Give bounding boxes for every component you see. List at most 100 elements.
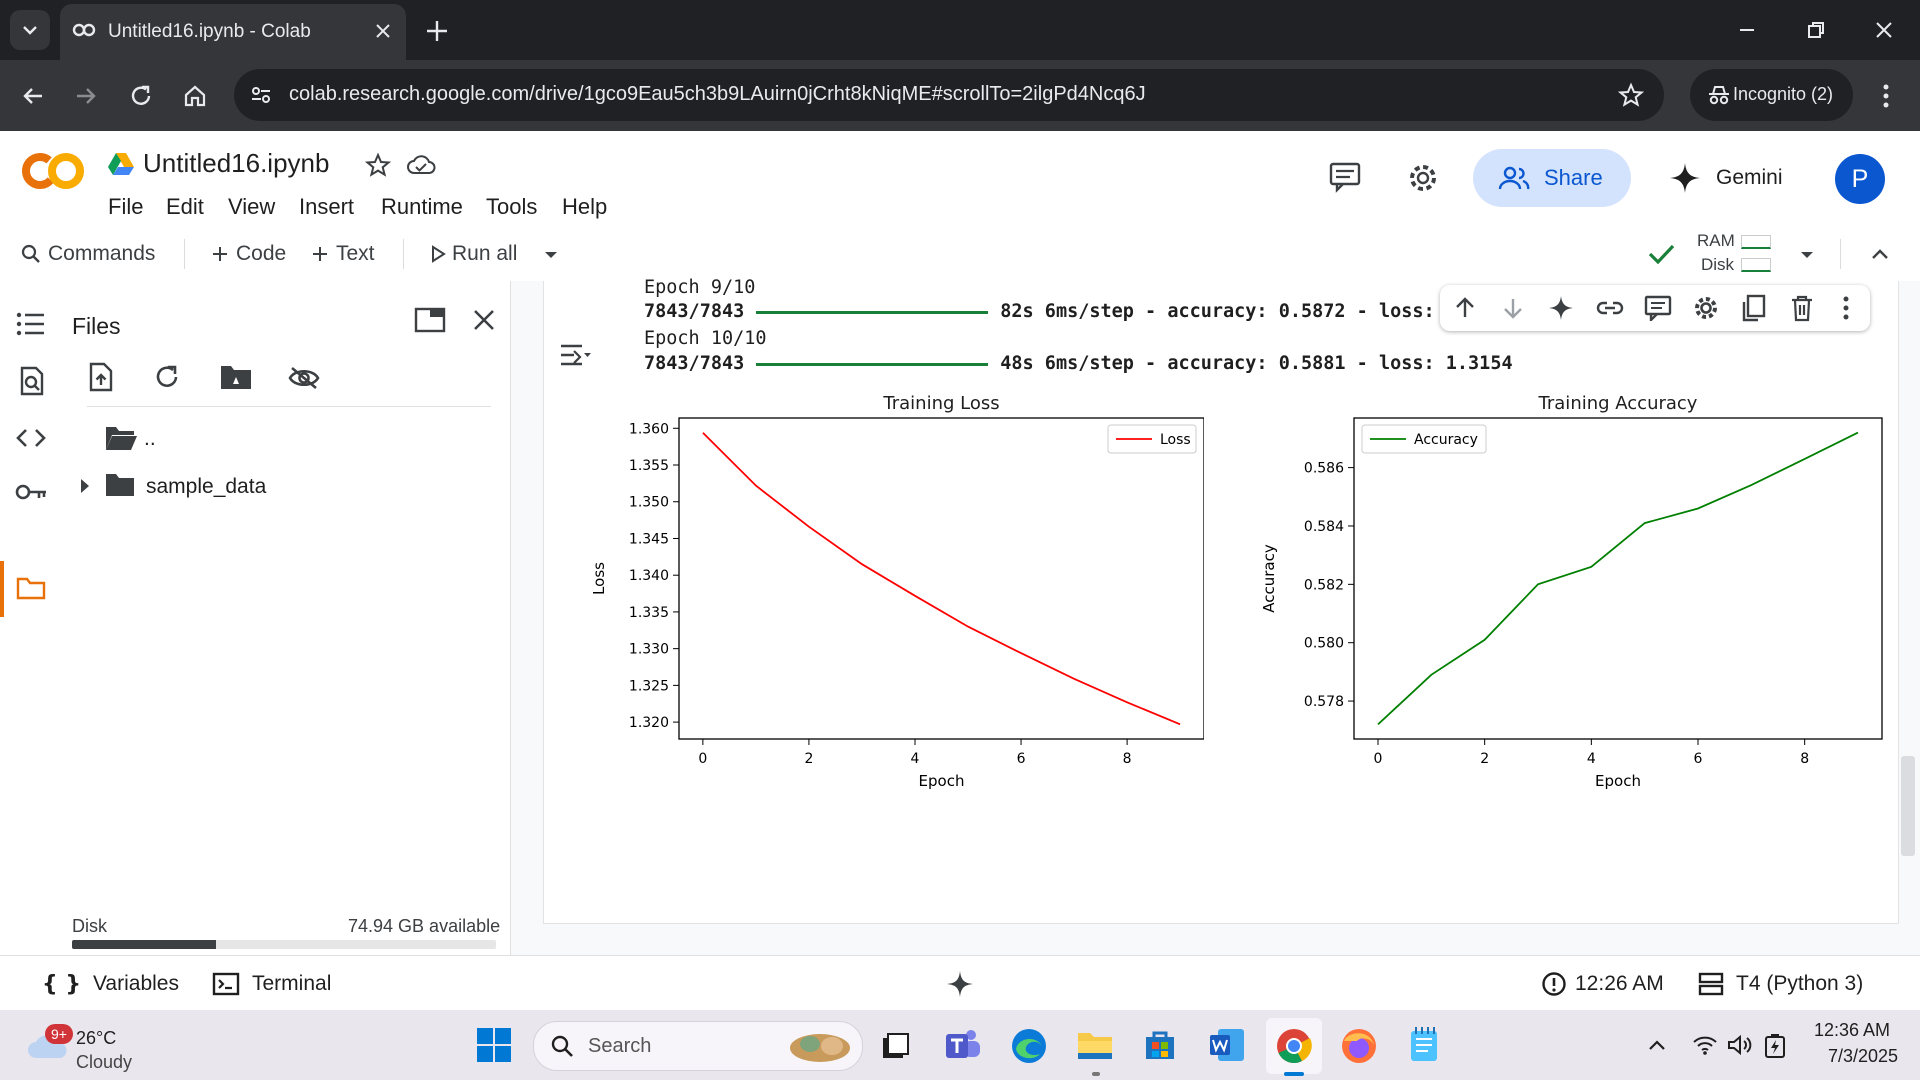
minimize-icon[interactable]: [1735, 18, 1759, 42]
files-panel-title: Files: [72, 313, 121, 339]
wifi-icon[interactable]: [1692, 1034, 1718, 1056]
task-view-icon[interactable]: [879, 1030, 911, 1062]
settings-gear-icon[interactable]: [1406, 161, 1440, 195]
taskbar-search[interactable]: Search: [533, 1021, 863, 1071]
left-sidebar-rail: [0, 281, 56, 955]
new-tab-icon[interactable]: [424, 18, 450, 44]
gemini-explain-icon[interactable]: [1548, 295, 1574, 321]
mount-drive-icon[interactable]: [219, 363, 253, 391]
menu-tools[interactable]: Tools: [486, 194, 537, 220]
menu-file[interactable]: File: [108, 194, 143, 220]
forward-icon[interactable]: [73, 83, 99, 109]
volume-icon[interactable]: [1726, 1033, 1754, 1057]
colab-logo[interactable]: [20, 149, 86, 193]
battery-charging-icon[interactable]: [1762, 1031, 1788, 1059]
file-explorer-icon[interactable]: [1076, 1027, 1114, 1063]
refresh-icon[interactable]: [153, 363, 181, 391]
parent-directory-row[interactable]: ..: [104, 419, 484, 459]
microsoft-store-icon[interactable]: [1142, 1027, 1178, 1063]
firefox-icon[interactable]: [1340, 1027, 1378, 1065]
move-down-icon[interactable]: [1500, 295, 1526, 321]
menu-help[interactable]: Help: [562, 194, 607, 220]
open-in-tab-icon[interactable]: [414, 306, 446, 334]
browser-tab[interactable]: Untitled16.ipynb - Colab: [60, 4, 406, 60]
comment-icon[interactable]: [1644, 295, 1672, 321]
notebook-title[interactable]: Untitled16.ipynb: [143, 148, 329, 179]
bookmark-star-icon[interactable]: [1618, 82, 1644, 108]
weather-widget[interactable]: 9+ 26°C Cloudy: [26, 1018, 156, 1074]
run-all-dropdown-icon[interactable]: [540, 244, 562, 266]
panel-divider: [87, 406, 491, 407]
cell-settings-icon[interactable]: [1693, 295, 1719, 321]
execution-time[interactable]: 12:26 AM: [1541, 969, 1664, 999]
expand-arrow-icon[interactable]: [78, 477, 92, 495]
move-up-icon[interactable]: [1452, 295, 1478, 321]
resources-dropdown-icon[interactable]: [1796, 244, 1818, 266]
gemini-label[interactable]: Gemini: [1716, 166, 1783, 190]
site-info-icon[interactable]: [248, 82, 274, 108]
active-app-indicator: [1284, 1072, 1304, 1076]
output-actions-icon[interactable]: [558, 341, 592, 369]
table-of-contents-icon[interactable]: [16, 311, 46, 337]
share-button[interactable]: Share: [1473, 149, 1631, 207]
find-replace-icon[interactable]: [16, 365, 46, 397]
windows-start-icon[interactable]: [476, 1027, 512, 1063]
gemini-spark-icon[interactable]: [1668, 161, 1702, 195]
home-icon[interactable]: [182, 83, 208, 109]
variables-button[interactable]: { } Variables: [42, 969, 179, 999]
more-options-icon[interactable]: [1838, 295, 1854, 321]
comments-icon[interactable]: [1328, 161, 1362, 193]
delete-icon[interactable]: [1790, 294, 1814, 322]
clock-time[interactable]: 12:36 AM: [1814, 1020, 1890, 1041]
address-bar[interactable]: colab.research.google.com/drive/1gco9Eau…: [234, 69, 1664, 121]
progress-bar: [756, 362, 989, 366]
close-panel-icon[interactable]: [472, 308, 496, 332]
close-tab-icon[interactable]: [372, 20, 394, 42]
show-hidden-icons-icon[interactable]: [1646, 1035, 1668, 1055]
tab-list-button[interactable]: [10, 10, 50, 50]
edge-browser-icon[interactable]: [1010, 1027, 1048, 1065]
disk-label: Disk: [1701, 255, 1735, 274]
notebook-toolbar: Commands Code Text Run all RAM Disk: [0, 227, 1920, 282]
series-line-accuracy: [1377, 431, 1859, 726]
chrome-icon[interactable]: [1275, 1027, 1313, 1065]
notepad-icon[interactable]: [1408, 1025, 1440, 1063]
link-icon[interactable]: [1596, 297, 1624, 319]
incognito-indicator[interactable]: Incognito (2): [1690, 69, 1853, 121]
tab-title: Untitled16.ipynb - Colab: [108, 21, 311, 42]
restore-icon[interactable]: [1804, 18, 1828, 42]
runtime-button[interactable]: T4 (Python 3): [1698, 969, 1863, 999]
word-icon[interactable]: [1208, 1027, 1246, 1063]
cloud-save-icon[interactable]: [406, 152, 436, 178]
mirror-cell-icon[interactable]: [1741, 294, 1767, 322]
vertical-scrollbar-thumb[interactable]: [1901, 756, 1915, 856]
browser-menu-icon[interactable]: [1876, 82, 1896, 110]
share-label: Share: [1544, 165, 1603, 190]
close-window-icon[interactable]: [1872, 18, 1896, 42]
files-folder-icon[interactable]: [16, 575, 46, 601]
disk-usage-label: Disk: [72, 916, 107, 936]
upload-file-icon[interactable]: [87, 361, 115, 393]
menu-edit[interactable]: Edit: [166, 194, 204, 220]
code-snippets-icon[interactable]: [15, 426, 47, 450]
reload-icon[interactable]: [128, 83, 154, 109]
secrets-key-icon[interactable]: [14, 481, 48, 503]
commands-button[interactable]: Commands: [20, 227, 155, 281]
x-tick-label: 8: [1800, 751, 1809, 767]
hide-files-icon[interactable]: [287, 365, 321, 391]
folder-row-sample-data[interactable]: sample_data: [72, 465, 492, 507]
menu-insert[interactable]: Insert: [299, 194, 354, 220]
add-text-button[interactable]: Text: [310, 227, 375, 281]
collapse-header-icon[interactable]: [1868, 243, 1892, 265]
terminal-button[interactable]: Terminal: [212, 969, 331, 999]
teams-icon[interactable]: [944, 1027, 982, 1063]
menu-view[interactable]: View: [228, 194, 275, 220]
add-code-button[interactable]: Code: [210, 227, 286, 281]
clock-date[interactable]: 7/3/2025: [1828, 1046, 1898, 1067]
star-icon[interactable]: [365, 152, 391, 178]
account-avatar[interactable]: P: [1835, 154, 1885, 204]
gemini-spark-icon[interactable]: [946, 970, 974, 998]
back-icon[interactable]: [20, 83, 46, 109]
menu-runtime[interactable]: Runtime: [381, 194, 463, 220]
run-all-button[interactable]: Run all: [430, 227, 517, 281]
